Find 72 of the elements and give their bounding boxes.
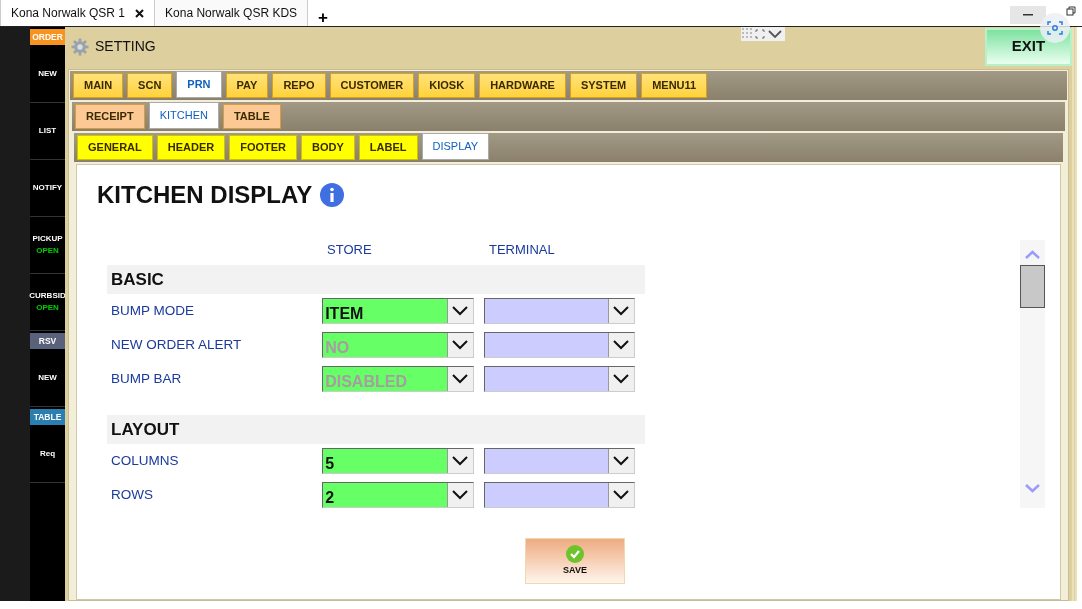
chevron-down-icon[interactable] bbox=[452, 489, 469, 500]
scrollbar[interactable] bbox=[1020, 240, 1045, 508]
tab[interactable]: CUSTOMER bbox=[329, 73, 415, 98]
tab[interactable]: SCN bbox=[127, 73, 173, 98]
store-dropdown[interactable]: 2 bbox=[322, 481, 474, 508]
store-dropdown[interactable]: 5 bbox=[322, 447, 474, 474]
chevron-down-icon[interactable] bbox=[452, 339, 469, 350]
tab[interactable]: REPO bbox=[272, 73, 326, 98]
setting-label: BUMP MODE bbox=[110, 301, 195, 320]
sidebar-item[interactable]: PICKUP bbox=[32, 233, 63, 245]
sidebar-tag[interactable]: TABLE bbox=[30, 409, 65, 425]
viewer-toolbar-drawing[interactable] bbox=[741, 27, 785, 41]
sidebar-item[interactable]: Req bbox=[39, 448, 56, 460]
tab[interactable]: MENU11 bbox=[641, 73, 708, 98]
setting-label: COLUMNS bbox=[110, 451, 180, 470]
tab[interactable]: MAIN bbox=[73, 73, 124, 98]
chevron-down-icon[interactable] bbox=[613, 305, 630, 316]
column-header: STORE bbox=[327, 240, 373, 259]
tab[interactable]: BODY bbox=[301, 135, 355, 160]
chevron-down-icon[interactable] bbox=[613, 373, 630, 384]
tab[interactable]: TABLE bbox=[222, 104, 281, 129]
section-heading: BASIC bbox=[107, 264, 645, 294]
terminal-dropdown[interactable] bbox=[483, 331, 635, 358]
sidebar-item[interactable]: NEW bbox=[38, 68, 57, 80]
setting-label: NEW ORDER ALERT bbox=[110, 335, 243, 354]
tab[interactable]: PAY bbox=[225, 73, 269, 98]
tab[interactable]: GENERAL bbox=[77, 135, 153, 160]
tab[interactable]: FOOTER bbox=[229, 135, 298, 160]
terminal-dropdown[interactable] bbox=[483, 365, 635, 392]
tab[interactable]: SYSTEM bbox=[569, 73, 638, 98]
chevron-down-icon[interactable] bbox=[452, 305, 469, 316]
gear-icon bbox=[71, 37, 89, 56]
browser-tab[interactable]: Kona Norwalk QSR KDS bbox=[155, 0, 309, 26]
sidebar-tag[interactable]: RSV bbox=[30, 333, 65, 349]
tab[interactable]: KITCHEN bbox=[148, 102, 219, 129]
tab[interactable]: HARDWARE bbox=[479, 73, 566, 98]
minimize-button[interactable] bbox=[1010, 6, 1046, 24]
page-title: KITCHEN DISPLAY bbox=[97, 181, 313, 210]
info-icon[interactable] bbox=[320, 183, 345, 208]
setting-label: ROWS bbox=[110, 485, 154, 504]
status-text: OPEN bbox=[36, 302, 59, 314]
browser-tab[interactable]: Kona Norwalk QSR 1 bbox=[0, 0, 156, 26]
chevron-down-icon[interactable] bbox=[613, 339, 630, 350]
terminal-dropdown[interactable] bbox=[483, 447, 635, 474]
sidebar-item[interactable]: CURBSID bbox=[29, 290, 66, 302]
sidebar-item[interactable]: NEW bbox=[38, 372, 57, 384]
tab[interactable]: DISPLAY bbox=[421, 133, 490, 160]
chevron-down-icon[interactable] bbox=[452, 455, 469, 466]
tab[interactable]: KIOSK bbox=[418, 73, 476, 98]
page-heading: SETTING bbox=[95, 37, 156, 56]
close-icon[interactable] bbox=[135, 8, 145, 18]
save-button[interactable]: SAVE bbox=[525, 538, 625, 584]
setting-label: BUMP BAR bbox=[110, 369, 183, 388]
section-heading: LAYOUT bbox=[107, 414, 645, 444]
terminal-dropdown[interactable] bbox=[483, 481, 635, 508]
sidebar-item[interactable]: NOTIFY bbox=[32, 182, 63, 194]
tab[interactable]: RECEIPT bbox=[75, 104, 145, 129]
store-dropdown[interactable]: ITEM bbox=[322, 297, 474, 324]
column-header: TERMINAL bbox=[489, 240, 555, 259]
check-icon bbox=[566, 544, 584, 563]
chevron-down-icon[interactable] bbox=[613, 489, 630, 500]
sidebar-item[interactable]: LIST bbox=[38, 125, 57, 137]
chevron-down-icon[interactable] bbox=[452, 373, 469, 384]
restore-icon[interactable] bbox=[1066, 6, 1076, 16]
minimize-icon[interactable] bbox=[1023, 14, 1033, 16]
status-text: OPEN bbox=[36, 245, 59, 257]
tab[interactable]: HEADER bbox=[156, 135, 226, 160]
tab[interactable]: PRN bbox=[176, 71, 222, 98]
tab[interactable]: LABEL bbox=[358, 135, 418, 160]
terminal-dropdown[interactable] bbox=[483, 297, 635, 324]
chevron-down-icon[interactable] bbox=[613, 455, 630, 466]
new-tab-button[interactable]: + bbox=[308, 9, 339, 26]
